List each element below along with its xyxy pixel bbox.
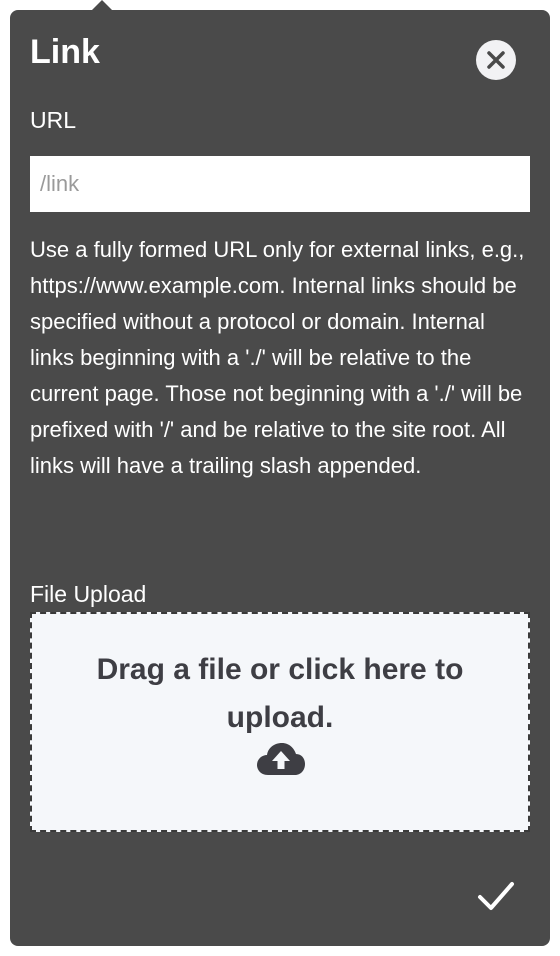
confirm-button[interactable] — [472, 876, 520, 916]
url-label: URL — [30, 107, 77, 133]
file-upload-dropzone[interactable]: Drag a file or click here to upload. — [30, 612, 530, 832]
cloud-upload-icon — [257, 743, 305, 775]
popover-caret — [92, 0, 112, 10]
file-upload-label: File Upload — [30, 581, 147, 607]
url-input[interactable] — [30, 156, 530, 212]
link-popover: Link URL Use a fully formed URL only for… — [10, 0, 550, 946]
close-button[interactable] — [476, 40, 516, 80]
url-help-text: Use a fully formed URL only for external… — [30, 237, 525, 478]
checkmark-icon — [478, 882, 514, 910]
dropzone-text: Drag a file or click here to upload. — [96, 653, 464, 734]
popover-title: Link — [30, 33, 100, 71]
close-icon — [487, 51, 505, 69]
